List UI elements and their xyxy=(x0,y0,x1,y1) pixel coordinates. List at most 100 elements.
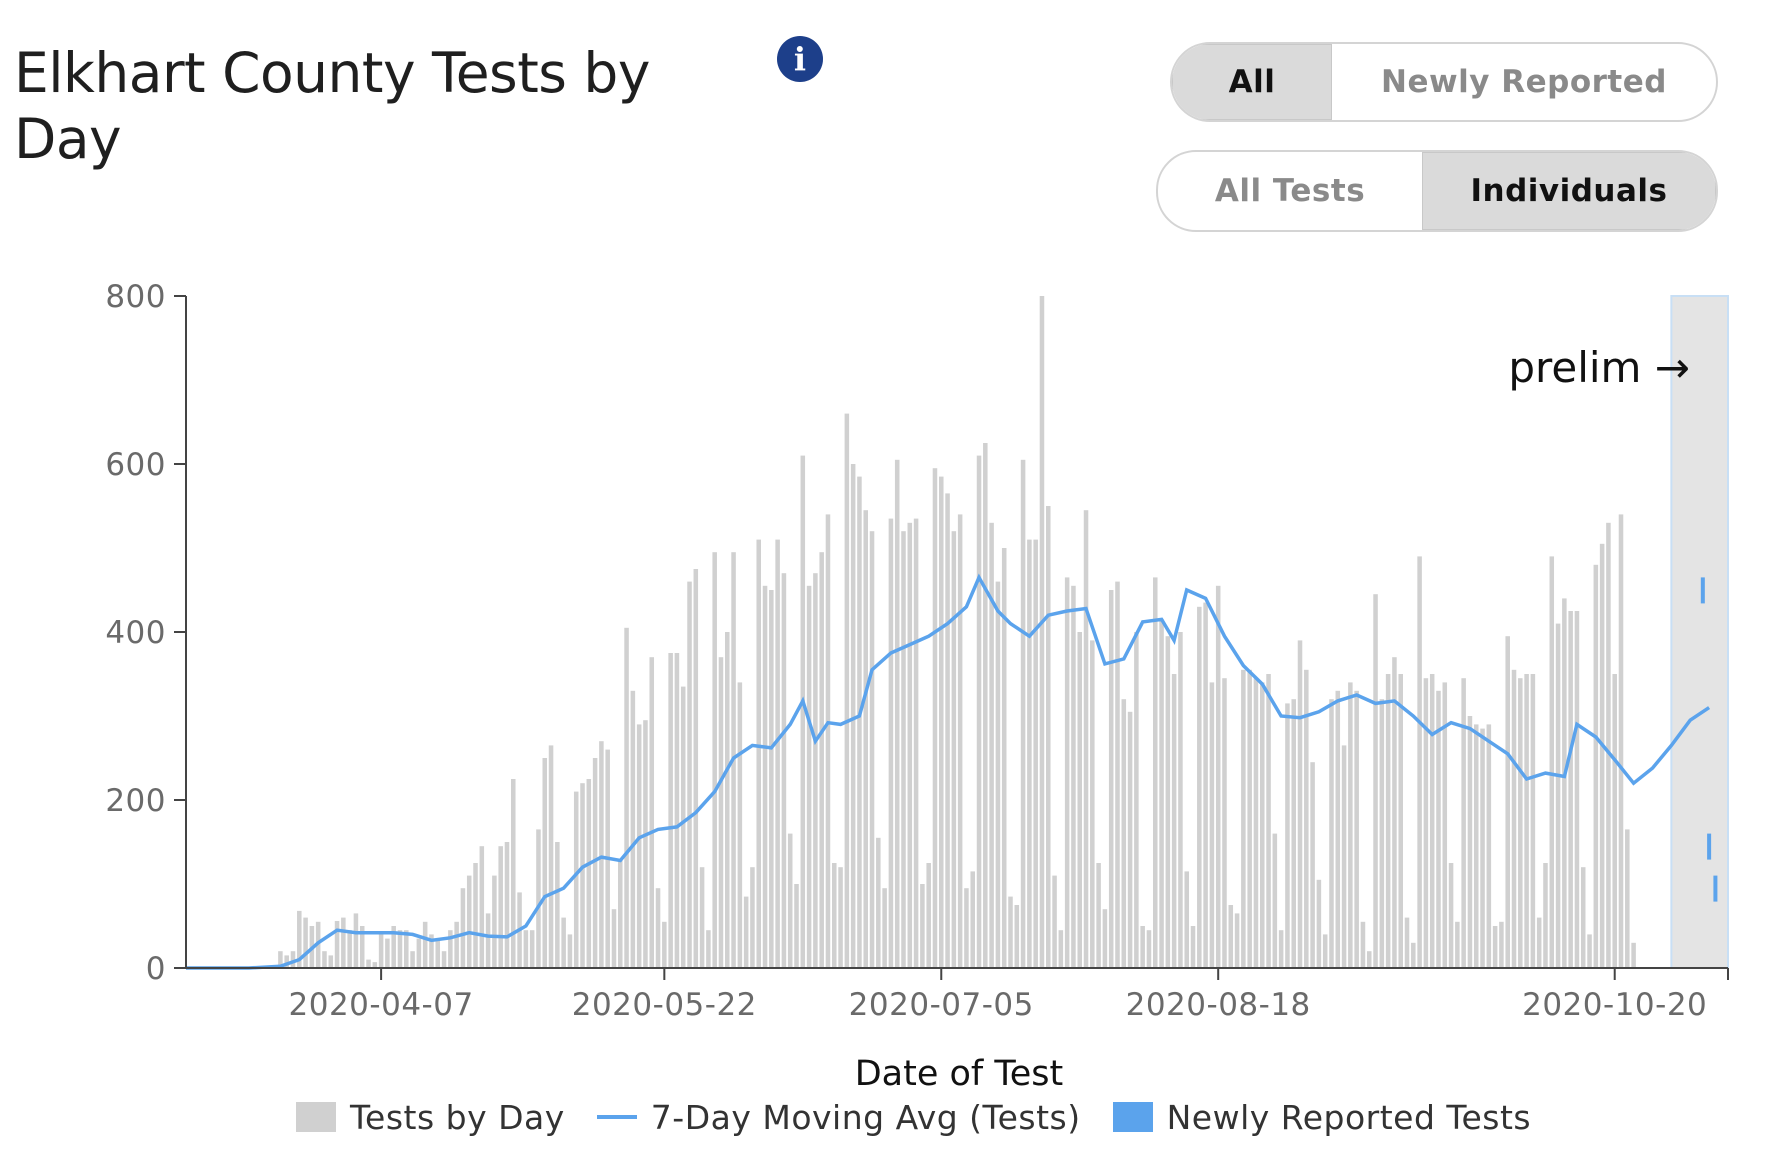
bar-tests-2020-10-07 xyxy=(1530,674,1536,968)
bar-tests-2020-07-09 xyxy=(964,888,969,968)
bar-tests-2020-05-14 xyxy=(611,909,617,968)
bar-tests-2020-05-09 xyxy=(580,783,585,968)
y-tick-label: 0 xyxy=(146,951,166,987)
bar-tests-2020-08-07 xyxy=(1146,930,1152,968)
legend-label: Tests by Day xyxy=(350,1097,565,1137)
bar-tests-2020-05-30 xyxy=(712,552,717,968)
bar-tests-2020-09-13 xyxy=(1379,699,1385,968)
bar-tests-2020-07-24 xyxy=(1058,930,1064,968)
bar-tests-2020-05-16 xyxy=(624,627,629,968)
bar-tests-2020-05-05 xyxy=(555,842,560,968)
bar-tests-2020-07-12 xyxy=(983,443,988,968)
bar-tests-2020-05-06 xyxy=(561,917,566,968)
bar-tests-2020-07-07 xyxy=(951,531,957,968)
bar-tests-2020-04-25 xyxy=(492,875,497,968)
bar-tests-2020-06-27 xyxy=(888,518,894,968)
bar-tests-2020-04-13 xyxy=(416,938,422,968)
x-tick-label: 2020-05-22 xyxy=(572,987,757,1023)
bar-tests-2020-05-28 xyxy=(699,867,705,968)
bar-tests-2020-05-10 xyxy=(586,779,592,968)
bar-tests-2020-10-06 xyxy=(1524,674,1529,968)
y-tick-label: 600 xyxy=(105,447,166,483)
bar-tests-2020-06-03 xyxy=(737,682,743,968)
bar-tests-2020-04-27 xyxy=(504,842,510,968)
bar-tests-2020-08-05 xyxy=(1134,632,1139,968)
bar-tests-2020-08-12 xyxy=(1178,632,1183,968)
bar-tests-2020-10-16 xyxy=(1587,934,1592,968)
bar-tests-2020-08-08 xyxy=(1152,577,1158,968)
bar-tests-2020-05-26 xyxy=(687,581,692,968)
legend-item-tests-by-day[interactable]: Tests by Day xyxy=(296,1098,565,1137)
bar-tests-2020-08-11 xyxy=(1171,674,1177,968)
bar-tests-2020-06-09 xyxy=(775,539,780,968)
bar-tests-2020-03-30 xyxy=(328,955,334,968)
bar-tests-2020-03-29 xyxy=(322,951,327,968)
bar-tests-2020-07-01 xyxy=(913,518,919,968)
bar-tests-2020-04-30 xyxy=(523,930,529,968)
bar-tests-2020-07-15 xyxy=(1001,548,1007,968)
bar-tests-2020-10-12 xyxy=(1562,598,1567,968)
bar-tests-2020-08-29 xyxy=(1285,703,1290,968)
legend-item-moving-avg[interactable]: 7-Day Moving Avg (Tests) xyxy=(596,1097,1081,1137)
x-tick-label: 2020-08-18 xyxy=(1126,987,1311,1023)
bar-tests-2020-10-01 xyxy=(1492,926,1498,968)
bar-tests-2020-10-11 xyxy=(1555,623,1561,968)
bar-tests-2020-05-19 xyxy=(643,720,648,968)
bar-tests-2020-08-27 xyxy=(1272,833,1278,968)
bar-tests-2020-06-22 xyxy=(857,476,862,968)
bar-tests-2020-06-30 xyxy=(907,522,913,968)
bar-tests-2020-06-01 xyxy=(725,632,730,968)
bar-tests-2020-05-03 xyxy=(542,758,548,968)
bar-tests-2020-07-08 xyxy=(957,514,963,968)
bar-tests-2020-08-30 xyxy=(1291,699,1296,968)
bar-tests-2020-04-17 xyxy=(441,951,447,968)
bar-tests-2020-06-17 xyxy=(825,514,831,968)
legend-swatch-new xyxy=(1112,1102,1153,1132)
bar-tests-2020-06-21 xyxy=(850,464,856,968)
bar-tests-2020-07-05 xyxy=(938,476,944,968)
legend-item-newly-reported[interactable]: Newly Reported Tests xyxy=(1112,1098,1531,1137)
bar-tests-2020-07-06 xyxy=(945,493,950,968)
bar-tests-2020-10-09 xyxy=(1543,863,1548,968)
prelim-band xyxy=(1670,295,1729,969)
bar-tests-2020-06-05 xyxy=(750,867,755,968)
bar-tests-2020-06-18 xyxy=(832,863,837,968)
x-tick-label: 2020-07-05 xyxy=(849,987,1034,1023)
bar-tests-2020-08-18 xyxy=(1215,585,1221,968)
bar-tests-2020-03-31 xyxy=(334,920,340,968)
bar-tests-2020-05-31 xyxy=(718,657,724,968)
bar-tests-2020-06-07 xyxy=(762,585,768,968)
bar-tests-2020-05-02 xyxy=(536,829,541,968)
legend-label: 7-Day Moving Avg (Tests) xyxy=(650,1097,1081,1137)
bar-tests-2020-05-27 xyxy=(693,569,699,968)
bar-tests-2020-06-24 xyxy=(869,531,875,968)
bar-tests-2020-07-14 xyxy=(995,581,1001,968)
bar-tests-2020-07-30 xyxy=(1096,863,1101,968)
bar-tests-2020-08-04 xyxy=(1127,711,1133,968)
bar-tests-2020-08-24 xyxy=(1253,678,1259,968)
bar-tests-2020-06-19 xyxy=(838,867,843,968)
bar-tests-2020-08-28 xyxy=(1278,930,1284,968)
bar-tests-2020-08-20 xyxy=(1228,905,1234,968)
bar-tests-2020-07-22 xyxy=(1045,506,1051,968)
bar-tests-2020-10-18 xyxy=(1599,543,1605,968)
bar-tests-2020-08-16 xyxy=(1203,602,1208,968)
bar-tests-2020-05-21 xyxy=(655,888,661,968)
bar-tests-2020-09-21 xyxy=(1429,674,1435,968)
x-tick-label: 2020-10-20 xyxy=(1522,987,1707,1023)
bar-tests-2020-04-02 xyxy=(347,930,352,968)
bar-tests-2020-04-14 xyxy=(422,921,428,968)
bar-tests-2020-09-10 xyxy=(1360,921,1366,968)
bar-tests-2020-07-28 xyxy=(1083,510,1089,968)
bar-tests-2020-09-27 xyxy=(1467,716,1473,968)
bar-tests-2020-08-09 xyxy=(1159,619,1164,968)
bar-tests-2020-07-23 xyxy=(1052,875,1057,968)
bar-tests-2020-09-09 xyxy=(1354,690,1359,968)
bar-tests-2020-10-15 xyxy=(1580,867,1586,968)
y-tick-label: 400 xyxy=(105,615,166,651)
bar-tests-2020-08-02 xyxy=(1115,581,1120,968)
bar-tests-2020-04-07 xyxy=(378,934,384,968)
bar-tests-2020-08-13 xyxy=(1184,871,1189,968)
bar-tests-2020-05-22 xyxy=(662,921,667,968)
bar-tests-2020-07-18 xyxy=(1020,459,1026,968)
